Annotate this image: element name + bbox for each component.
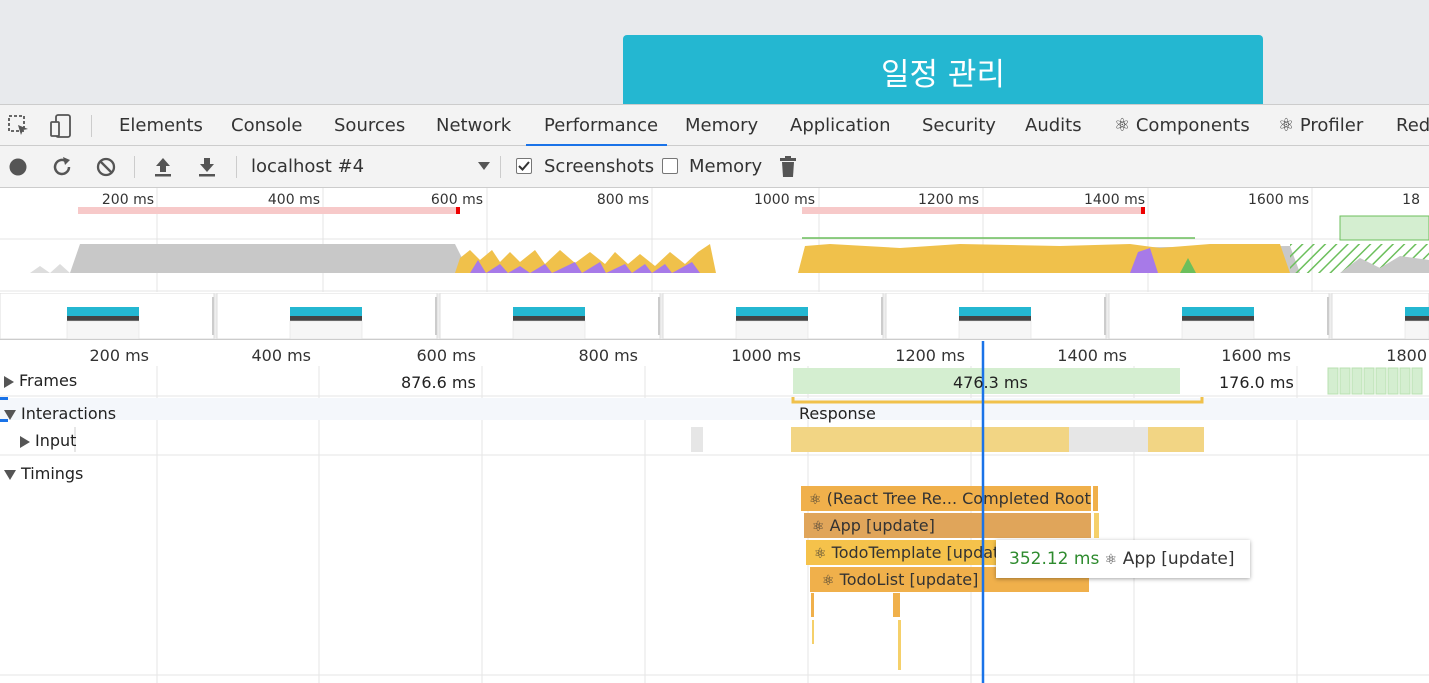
react-icon: ⚛: [809, 492, 822, 508]
timing-bar[interactable]: ⚛ App [update]: [804, 513, 1091, 540]
tab-redux[interactable]: Redu: [1396, 105, 1429, 146]
trash-icon[interactable]: [776, 155, 800, 179]
frame-duration[interactable]: 876.6 ms: [401, 373, 476, 392]
timing-bar-label: App [update]: [829, 516, 935, 535]
timings-track-label: Timings: [21, 464, 84, 483]
tab-performance[interactable]: Performance: [526, 105, 667, 146]
overview-tick: 1000 ms: [753, 192, 815, 208]
overview-tick: 200 ms: [101, 192, 154, 208]
react-icon: ⚛: [814, 546, 827, 562]
record-icon[interactable]: [6, 155, 30, 179]
tab-application[interactable]: Application: [790, 105, 891, 146]
toolbar-separator: [236, 156, 237, 178]
expand-arrow-icon: [20, 435, 30, 448]
toolbar-separator: [134, 156, 135, 178]
collapse-arrow-icon: [4, 409, 16, 420]
performance-toolbar: localhost #4 Screenshots Memory: [0, 146, 1429, 188]
tooltip-duration: 352.12 ms: [1009, 549, 1100, 569]
react-icon: ⚛: [822, 573, 835, 589]
expand-arrow-icon: [4, 375, 14, 388]
frames-track-toggle[interactable]: Frames: [4, 371, 77, 390]
timeline-tick: 1400 ms: [1057, 346, 1127, 365]
screenshots-strip: [0, 292, 1429, 340]
device-toolbar-icon[interactable]: [48, 113, 74, 139]
tab-security[interactable]: Security: [922, 105, 996, 146]
overview-tick: 1200 ms: [917, 192, 979, 208]
timeline-overview[interactable]: 200 ms 400 ms 600 ms 800 ms 1000 ms 1200…: [0, 188, 1429, 340]
tab-memory[interactable]: Memory: [685, 105, 758, 146]
tab-audits[interactable]: Audits: [1025, 105, 1082, 146]
target-select[interactable]: localhost #4: [251, 146, 364, 188]
screenshots-checkbox[interactable]: [516, 158, 532, 174]
screenshots-label: Screenshots: [544, 156, 655, 177]
timeline-tick: 600 ms: [416, 346, 476, 365]
timeline-tick: 1600 ms: [1221, 346, 1291, 365]
app-title-banner: 일정 관리: [623, 35, 1263, 104]
overview-tick: 1400 ms: [1083, 192, 1145, 208]
overview-tick: 18: [1402, 192, 1420, 208]
memory-label: Memory: [689, 156, 763, 177]
tab-network[interactable]: Network: [436, 105, 511, 146]
response-label[interactable]: Response: [799, 404, 876, 423]
tab-profiler[interactable]: ⚛ Profiler: [1278, 105, 1363, 146]
tab-components[interactable]: ⚛ Components: [1114, 105, 1250, 146]
timing-bar-label: TodoTemplate [update]: [831, 543, 996, 562]
timing-bar[interactable]: ⚛ TodoTemplate [update]: [806, 540, 996, 567]
main-grid: [0, 341, 1429, 683]
tab-separator: [91, 115, 92, 137]
tab-sources[interactable]: Sources: [334, 105, 405, 146]
overview-tick: 600 ms: [430, 192, 483, 208]
toolbar-separator: [500, 156, 501, 178]
screenshot-thumbnails: [0, 292, 1429, 340]
clear-icon[interactable]: [94, 155, 118, 179]
timing-bar-label: TodoList [update]: [839, 570, 979, 589]
overview-tick: 400 ms: [267, 192, 320, 208]
timeline-tick: 200 ms: [89, 346, 149, 365]
frames-track-label: Frames: [19, 371, 78, 390]
input-track-label: Input: [35, 431, 77, 450]
frame-duration[interactable]: 476.3 ms: [953, 373, 1028, 392]
timeline-tick: 1200 ms: [895, 346, 965, 365]
checkmark-icon: [518, 161, 530, 171]
timeline-tick: 400 ms: [251, 346, 311, 365]
reload-icon[interactable]: [50, 155, 74, 179]
collapse-arrow-icon: [4, 469, 16, 480]
memory-checkbox[interactable]: [662, 158, 678, 174]
tab-elements[interactable]: Elements: [119, 105, 203, 146]
devtools-tabbar: Elements Console Sources Network Perform…: [0, 104, 1429, 146]
timings-track-toggle[interactable]: Timings: [4, 464, 83, 483]
interactions-track-toggle[interactable]: Interactions: [4, 404, 116, 423]
upload-icon[interactable]: [151, 155, 175, 179]
interactions-track-label: Interactions: [21, 404, 117, 423]
timeline-tick: 800 ms: [578, 346, 638, 365]
inspect-element-icon[interactable]: [6, 113, 32, 139]
tooltip-label: App [update]: [1122, 549, 1235, 569]
timeline-main[interactable]: 200 ms 400 ms 600 ms 800 ms 1000 ms 1200…: [0, 341, 1429, 683]
timing-bar-label: (React Tree Re... Completed Root): [826, 489, 1091, 508]
overview-tick: 800 ms: [596, 192, 649, 208]
timeline-tick: 1800: [1386, 346, 1427, 365]
download-icon[interactable]: [195, 155, 219, 179]
overview-tick: 1600 ms: [1247, 192, 1309, 208]
timeline-tick: 1000 ms: [731, 346, 801, 365]
react-icon: ⚛: [812, 519, 825, 535]
react-icon: ⚛: [1104, 552, 1118, 568]
flamechart-tooltip: 352.12 ms ⚛ App [update]: [996, 540, 1250, 578]
chevron-down-icon[interactable]: [477, 160, 491, 172]
frame-duration[interactable]: 176.0 ms: [1219, 373, 1294, 392]
input-track-toggle[interactable]: Input: [20, 431, 76, 450]
timing-bar[interactable]: ⚛ (React Tree Re... Completed Root): [801, 486, 1091, 513]
tab-console[interactable]: Console: [231, 105, 302, 146]
